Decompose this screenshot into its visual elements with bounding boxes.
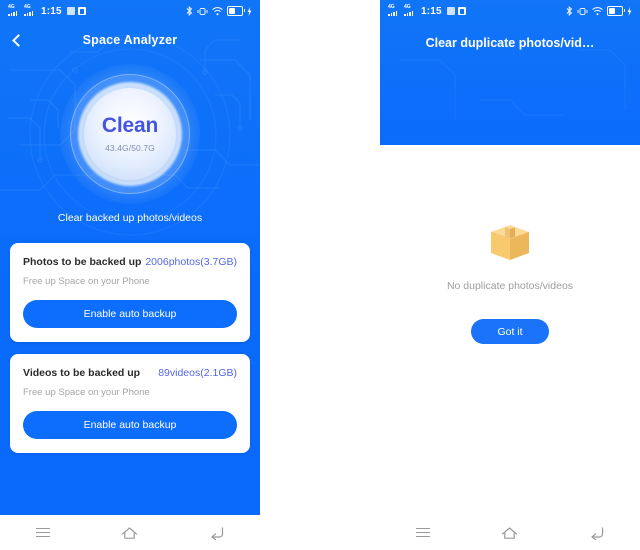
back-button[interactable]: [0, 23, 34, 57]
signal-network-label: 4G: [8, 3, 15, 10]
page-title: Clear duplicate photos/vid…: [425, 36, 595, 50]
storage-usage-text: 43.4G/50.7G: [105, 143, 155, 153]
signal-4g-icon-2: 4G: [404, 3, 417, 17]
recent-apps-icon[interactable]: [403, 519, 443, 547]
back-icon[interactable]: [577, 519, 617, 547]
home-icon[interactable]: [110, 519, 150, 547]
status-bar-left: 4G 4G 1:15: [388, 3, 466, 17]
card-subtitle: Free up Space on your Phone: [23, 387, 150, 398]
package-box-icon: [487, 220, 533, 262]
vibrate-icon: [577, 7, 588, 16]
card-header-row: Videos to be backed up 89videos(2.1GB): [23, 367, 237, 379]
status-bar-left: 4G 4G 1:15: [8, 3, 86, 17]
card-value: 89videos(2.1GB): [158, 367, 237, 379]
signal-network-label: 4G: [24, 3, 31, 10]
empty-state-text: No duplicate photos/videos: [446, 280, 574, 292]
signal-network-label: 4G: [388, 3, 395, 10]
signal-4g-icon-1: 4G: [388, 3, 401, 17]
status-bar-right: [186, 6, 252, 16]
app-badge-icon-2: [457, 7, 466, 15]
signal-4g-icon-2: 4G: [24, 3, 37, 17]
clean-button[interactable]: Clean 43.4G/50.7G: [84, 88, 176, 180]
status-bar: 4G 4G 1:15: [380, 0, 640, 22]
back-icon[interactable]: [197, 519, 237, 547]
bluetooth-icon: [186, 6, 193, 16]
card-title: Photos to be backed up: [23, 256, 142, 268]
signal-network-label: 4G: [404, 3, 411, 10]
battery-icon: [607, 6, 625, 16]
card-value: 2006photos(3.7GB): [145, 256, 237, 268]
app-bar: Space Analyzer: [0, 22, 260, 58]
home-icon[interactable]: [490, 519, 530, 547]
battery-icon: [227, 6, 245, 16]
card-title: Videos to be backed up: [23, 367, 141, 379]
enable-auto-backup-photos-button[interactable]: Enable auto backup: [23, 300, 237, 328]
screenshot-stage: 4G 4G 1:15 Space Analyzer Clean 43.4G/50…: [0, 0, 640, 550]
status-bar-time: 1:15: [421, 5, 442, 17]
phone-screen-duplicate-cleaner: 4G 4G 1:15 Clear duplicate photos/vid… N…: [380, 0, 640, 550]
card-subtitle: Free up Space on your Phone: [23, 276, 150, 287]
status-bar-time: 1:15: [41, 5, 62, 17]
wifi-icon: [592, 6, 603, 16]
card-header-row: Photos to be backed up 2006photos(3.7GB): [23, 256, 237, 268]
clean-gauge: Clean 43.4G/50.7G: [0, 58, 260, 210]
phone-screen-space-analyzer: 4G 4G 1:15 Space Analyzer Clean 43.4G/50…: [0, 0, 260, 550]
system-nav-bar: [0, 515, 260, 550]
app-badge-icon-1: [446, 7, 455, 15]
charging-icon: [247, 6, 252, 16]
card-videos-backup: Videos to be backed up 89videos(2.1GB) F…: [10, 354, 250, 453]
system-nav-bar: [380, 515, 640, 550]
status-bar-right: [566, 6, 632, 16]
chevron-left-icon: [11, 33, 25, 47]
clean-label: Clean: [101, 114, 159, 137]
app-badge-icon-1: [66, 7, 75, 15]
enable-auto-backup-videos-button[interactable]: Enable auto backup: [23, 411, 237, 439]
got-it-button[interactable]: Got it: [471, 319, 549, 344]
signal-4g-icon-1: 4G: [8, 3, 21, 17]
bluetooth-icon: [566, 6, 573, 16]
recent-apps-icon[interactable]: [23, 519, 63, 547]
empty-state: No duplicate photos/videos Got it: [380, 145, 640, 515]
gauge-caption: Clear backed up photos/videos: [57, 212, 203, 224]
charging-icon: [627, 6, 632, 16]
left-blue-background: 4G 4G 1:15 Space Analyzer Clean 43.4G/50…: [0, 0, 260, 515]
backup-cards: Photos to be backed up 2006photos(3.7GB)…: [10, 243, 250, 453]
vibrate-icon: [197, 7, 208, 16]
gap-between-screens: [260, 0, 380, 550]
status-bar: 4G 4G 1:15: [0, 0, 260, 22]
app-badge-icon-2: [77, 7, 86, 15]
wifi-icon: [212, 6, 223, 16]
right-blue-header: 4G 4G 1:15 Clear duplicate photos/vid…: [380, 0, 640, 145]
card-photos-backup: Photos to be backed up 2006photos(3.7GB)…: [10, 243, 250, 342]
page-title: Space Analyzer: [82, 33, 178, 47]
